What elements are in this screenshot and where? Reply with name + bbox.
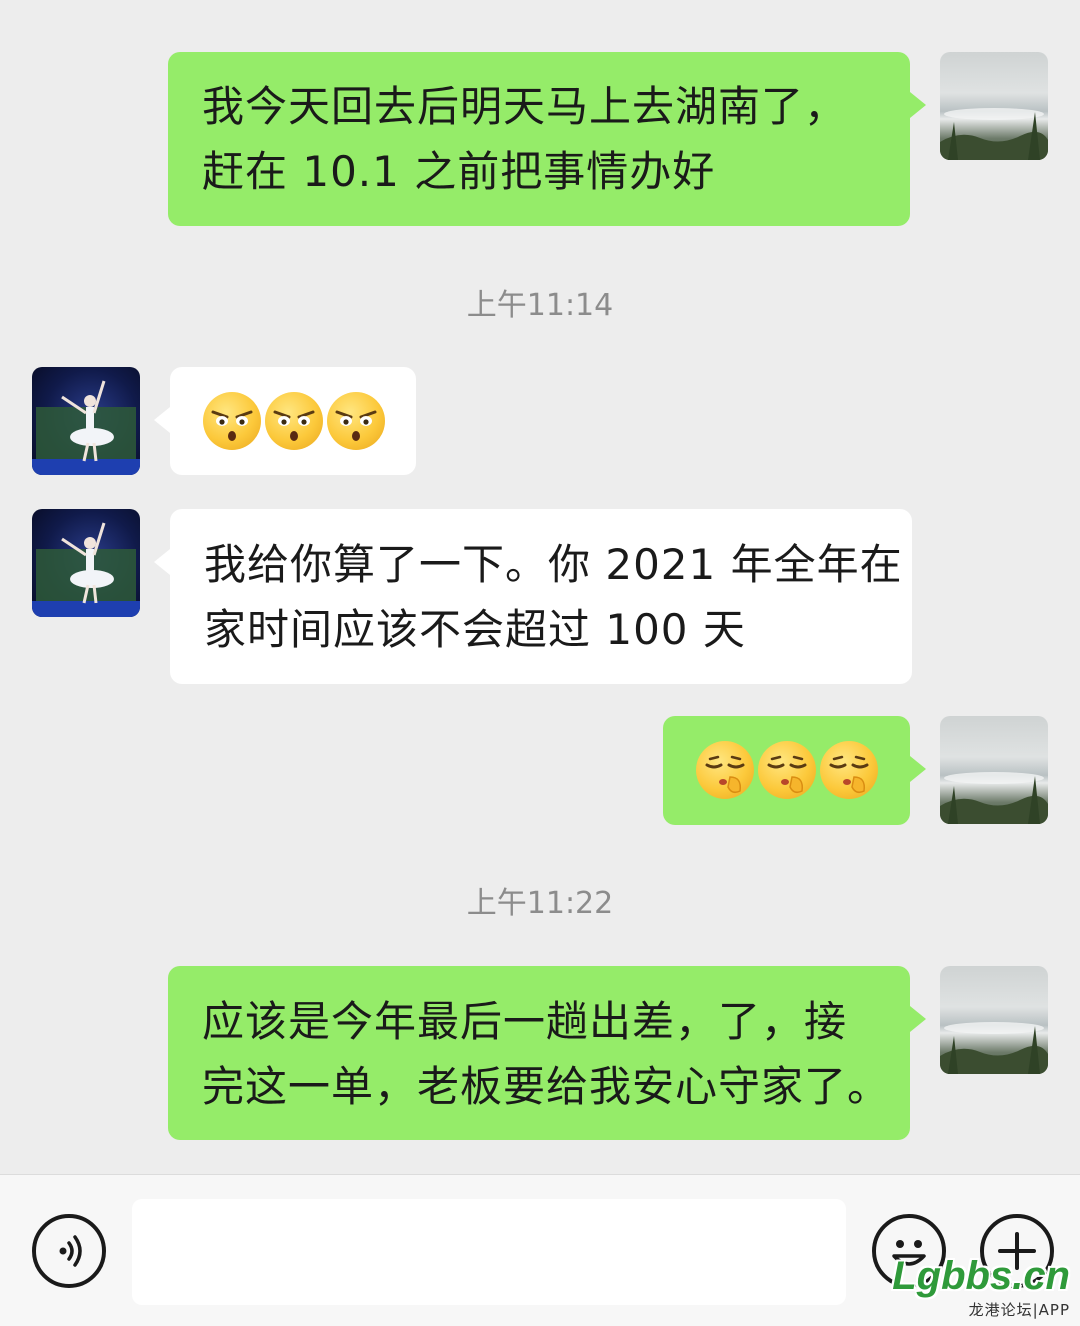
bubble-tail [154,549,170,575]
landscape-avatar-image [940,108,1048,160]
dancer-avatar-image [32,380,140,475]
watermark: Lgbbs.cn 龙港论坛|APP [892,1254,1070,1320]
bubble-tail [154,407,170,433]
landscape-avatar-image [940,772,1048,824]
message-bubble-sent[interactable] [663,716,910,825]
watermark-logo: Lgbbs.cn [892,1254,1070,1298]
shushing-face-emoji-icon [696,741,754,799]
shushing-face-emoji-icon [820,741,878,799]
timestamp: 上午11:22 [466,886,614,921]
bubble-tail [910,92,926,118]
glaring-face-emoji-icon [265,392,323,450]
message-text-line: 我今天回去后明天马上去湖南了， [202,82,848,131]
message-bubble-received[interactable] [170,367,416,475]
landscape-avatar-image [940,1022,1048,1074]
my-avatar[interactable] [940,716,1048,824]
message-text-line: 我给你算了一下。你 2021 年全年在 [204,540,903,589]
chat-area[interactable]: 我今天回去后明天马上去湖南了， 赶在 10.1 之前把事情办好 上午11:14 [0,0,1080,1174]
contact-avatar[interactable] [32,509,140,617]
bubble-tail [910,1006,926,1032]
shushing-face-emoji-icon [758,741,816,799]
my-avatar[interactable] [940,966,1048,1074]
emoji-group [696,741,878,799]
message-text-line: 赶在 10.1 之前把事情办好 [202,147,716,196]
timestamp: 上午11:14 [466,288,614,323]
glaring-face-emoji-icon [203,392,261,450]
voice-icon [59,1235,82,1267]
watermark-subtitle: 龙港论坛|APP [968,1301,1070,1319]
message-text-line: 应该是今年最后一趟出差，了，接 [202,997,848,1046]
my-avatar[interactable] [940,52,1048,160]
contact-avatar[interactable] [32,367,140,475]
message-text-line: 完这一单，老板要给我安心守家了。 [202,1062,891,1111]
message-bubble-received[interactable]: 我给你算了一下。你 2021 年全年在 家时间应该不会超过 100 天 [170,509,912,684]
input-bar: Lgbbs.cn 龙港论坛|APP [0,1174,1080,1326]
bubble-tail [910,756,926,782]
message-bubble-sent[interactable]: 应该是今年最后一趟出差，了，接 完这一单，老板要给我安心守家了。 [168,966,910,1140]
message-bubble-sent[interactable]: 我今天回去后明天马上去湖南了， 赶在 10.1 之前把事情办好 [168,52,910,226]
message-input[interactable] [132,1199,846,1305]
message-text-line: 家时间应该不会超过 100 天 [204,605,746,654]
emoji-group [203,392,385,450]
dancer-avatar-image [32,522,140,617]
glaring-face-emoji-icon [327,392,385,450]
voice-button[interactable] [32,1214,106,1288]
